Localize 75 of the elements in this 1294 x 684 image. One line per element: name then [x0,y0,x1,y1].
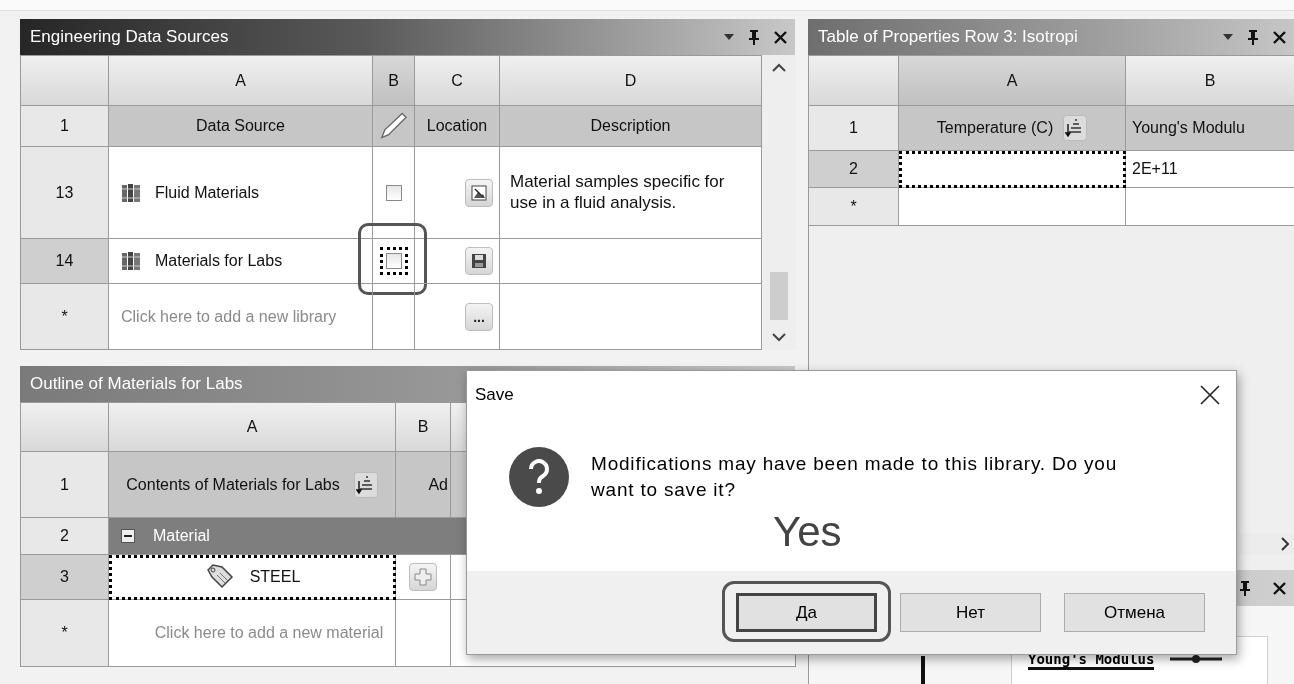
panel-title: Table of Properties Row 3: Isotropi [818,27,1079,47]
close-icon[interactable] [774,30,787,44]
sort-icon[interactable] [353,471,378,498]
dropdown-icon[interactable] [1223,34,1233,40]
library-name: Fluid Materials [155,182,260,203]
row-number: 1 [809,106,899,151]
temperature-cell[interactable] [899,151,1126,188]
vertical-scrollbar[interactable] [762,55,796,350]
column-header[interactable]: C [415,56,500,106]
dialog-title: Save [475,385,514,405]
column-header[interactable]: B [396,403,451,452]
question-icon [509,447,569,507]
add-library-cell[interactable]: Click here to add a new library [109,284,373,350]
row-number: 2 [809,151,899,188]
dropdown-icon[interactable] [724,34,734,40]
dialog-button[interactable]: Отмена [1064,593,1205,632]
add-material-cell[interactable]: Click here to add a new material [109,600,396,667]
legend-line-icon [1170,654,1223,664]
row-number: * [809,188,899,226]
close-icon[interactable] [1273,581,1286,595]
scroll-down-icon[interactable] [772,333,786,342]
close-icon[interactable] [1273,30,1286,44]
browse-button[interactable]: ... [465,302,493,331]
column-title: Young's Modulu [1126,106,1294,151]
column-header[interactable]: A [899,56,1126,106]
close-icon[interactable] [1200,385,1220,405]
corner-cell[interactable] [809,56,899,106]
dialog-button[interactable]: Да [736,593,877,632]
scroll-thumb[interactable] [770,272,788,320]
scroll-right-icon[interactable] [1281,537,1290,551]
row-number: 14 [21,239,109,284]
column-title: Description [500,106,762,147]
column-title: Temperature (C) [936,118,1054,138]
pencil-icon [379,111,408,141]
column-header[interactable]: A [109,403,396,452]
column-title: Contents of Materials for Labs [126,474,340,495]
pin-icon[interactable] [1239,580,1251,596]
pin-icon[interactable] [748,29,760,45]
row-number: 1 [21,106,109,147]
books-icon [121,250,143,272]
library-cell[interactable]: Fluid Materials [109,147,373,239]
dialog-message: Modifications may have been made to this library. Do you want to save it? [591,452,1118,502]
row-number: * [21,600,109,667]
chart-axis [921,656,925,684]
collapse-icon[interactable] [121,529,135,543]
column-title: Ad [396,452,451,518]
save-icon[interactable] [465,247,493,275]
group-label: Material [153,526,210,546]
library-name: Materials for Labs [155,251,283,271]
column-header[interactable]: B [373,56,415,106]
column-header[interactable]: B [1126,56,1294,106]
scroll-up-icon[interactable] [772,63,786,72]
panel-title: Engineering Data Sources [30,27,230,47]
row-number: 1 [21,452,109,518]
column-header[interactable]: D [500,56,762,106]
checkbox[interactable] [379,247,408,275]
column-title: Data Source [109,106,373,147]
books-icon [121,181,143,204]
image-icon[interactable] [465,178,493,207]
row-number: 13 [21,147,109,239]
library-cell[interactable]: Materials for Labs [109,239,373,284]
description-text: Material samples specific for use in a fluid analysis. [510,172,725,213]
corner-cell[interactable] [21,403,109,452]
column-header[interactable]: A [109,56,373,106]
row-number: 2 [21,518,109,555]
modulus-cell[interactable]: 2E+11 [1126,151,1294,188]
dialog-button[interactable]: Нет [900,593,1041,632]
material-cell[interactable]: STEEL [109,555,396,600]
material-name: STEEL [249,567,301,587]
sort-icon[interactable] [1063,115,1088,141]
row-number: 3 [21,555,109,600]
row-number: * [21,284,109,350]
corner-cell[interactable] [21,56,109,106]
column-title: Location [415,106,500,147]
pin-icon[interactable] [1247,29,1259,45]
